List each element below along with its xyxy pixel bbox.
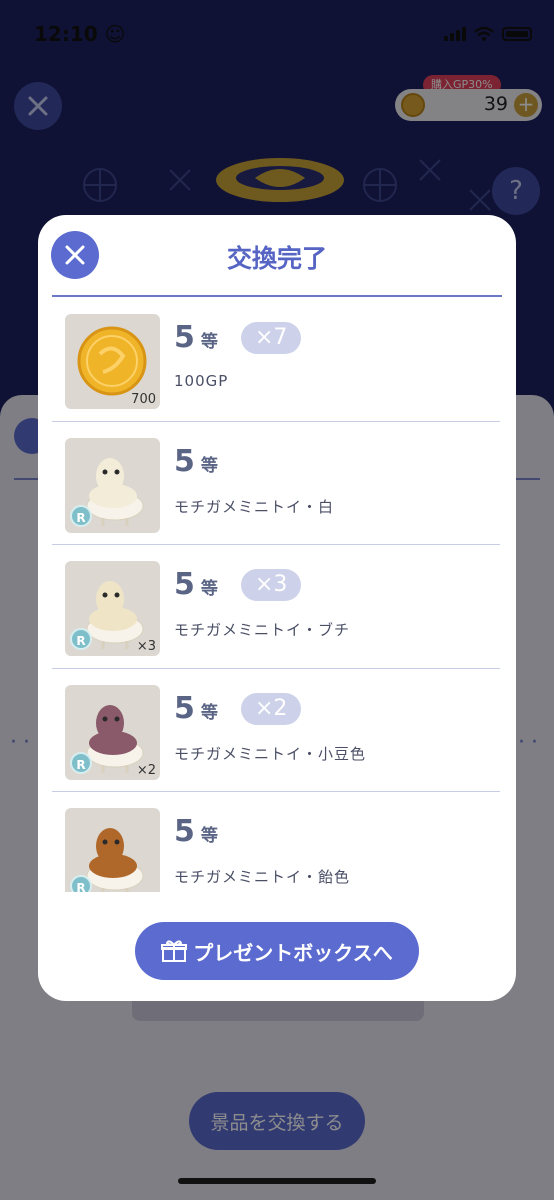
- grade-number: 5: [174, 814, 195, 849]
- present-box-button[interactable]: プレゼントボックスへ: [135, 922, 419, 980]
- thumbnail-count: 700: [131, 392, 156, 407]
- quantity-badge: ×7: [241, 322, 302, 354]
- item-name: モチガメミニトイ・小豆色: [174, 744, 367, 763]
- modal-title: 交換完了: [226, 244, 327, 273]
- grade-unit: 等: [200, 332, 218, 352]
- item-name: 100GP: [174, 372, 229, 390]
- list-item: 700 5 等 ×7 100GP: [52, 298, 500, 422]
- toy-thumbnail: R: [65, 808, 160, 892]
- exchange-complete-modal: 交換完了 700 5 等 ×7 100GP R 5 等モチガメミニトイ・白 R ×3 5 等 ×3 モチガ…: [38, 215, 516, 1001]
- rarity-badge: R: [70, 504, 92, 527]
- prize-grade: 5等: [174, 567, 218, 602]
- grade-number: 5: [174, 443, 195, 479]
- item-name: モチガメミニトイ・白: [174, 497, 335, 516]
- rarity-badge: R: [70, 875, 92, 892]
- grade-number: 5: [174, 690, 195, 726]
- quantity-badge: ×2: [241, 692, 302, 725]
- item-name: モチガメミニトイ・ブチ: [174, 621, 351, 639]
- grade-number: 5: [174, 567, 195, 602]
- modal-divider: [52, 295, 502, 297]
- thumbnail-count: ×3: [136, 639, 156, 654]
- prize-list[interactable]: 700 5 等 ×7 100GP R 5 等モチガメミニトイ・白 R ×3 5 等 ×3 モチガメミニトイ…: [52, 298, 500, 892]
- rarity-badge: R: [70, 628, 92, 650]
- list-item: R ×3 5 等 ×3 モチガメミニトイ・ブチ: [52, 545, 500, 669]
- grade-unit: 等: [200, 702, 218, 723]
- home-indicator: [178, 1178, 376, 1184]
- gift-icon: [161, 940, 188, 962]
- toy-thumbnail: R: [65, 437, 160, 533]
- list-item: R 5 等モチガメミニトイ・飴色: [52, 792, 500, 892]
- thumbnail-count: ×2: [136, 762, 156, 778]
- rarity-badge: R: [70, 751, 92, 774]
- grade-unit: 等: [200, 826, 218, 846]
- grade-unit: 等: [200, 579, 218, 599]
- prize-grade: 5等: [174, 814, 218, 849]
- quantity-badge: ×3: [241, 569, 302, 601]
- item-name: モチガメミニトイ・飴色: [174, 868, 351, 886]
- prize-grade: 5等: [174, 444, 218, 479]
- present-box-label: プレゼントボックスへ: [193, 940, 393, 965]
- grade-unit: 等: [200, 455, 218, 476]
- toy-thumbnail: R ×3: [65, 561, 160, 656]
- prize-grade: 5等: [174, 691, 218, 726]
- prize-grade: 5等: [174, 320, 218, 355]
- grade-number: 5: [174, 320, 195, 355]
- gp-coin-thumbnail: 700: [65, 314, 160, 409]
- toy-thumbnail: R ×2: [65, 684, 160, 780]
- list-item: R 5 等モチガメミニトイ・白: [52, 422, 500, 545]
- list-item: R ×2 5 等 ×2 モチガメミニトイ・小豆色: [52, 669, 500, 792]
